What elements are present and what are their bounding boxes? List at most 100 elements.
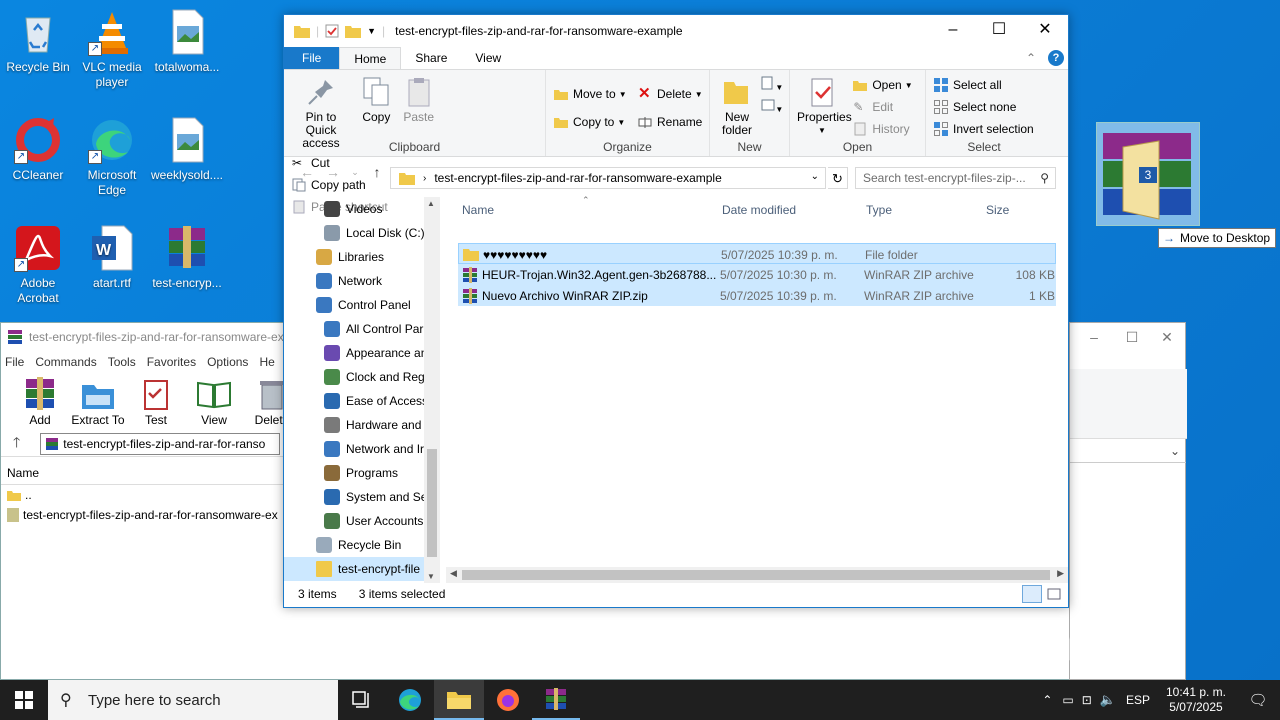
new-item-icon[interactable]: ▼: [761, 76, 783, 98]
search-icon[interactable]: ⚲: [1040, 171, 1049, 185]
scrollbar-thumb[interactable]: [427, 449, 437, 557]
cut-button[interactable]: ✂ Cut: [292, 152, 388, 174]
desktop-icon-atart[interactable]: W atart.rtf: [74, 224, 150, 291]
desktop-icon-vlc[interactable]: ↗ VLC media player: [74, 8, 150, 90]
tab-file[interactable]: File: [284, 47, 340, 69]
wifi-icon[interactable]: ⊡: [1082, 693, 1092, 707]
scroll-right-icon[interactable]: ▶: [1057, 568, 1064, 579]
extract-to-button[interactable]: Extract To: [69, 373, 127, 431]
maximize-button[interactable]: ☐: [1117, 323, 1147, 351]
taskbar-edge[interactable]: [386, 680, 434, 720]
sidebar-item[interactable]: Hardware and: [284, 413, 440, 437]
refresh-icon[interactable]: ↻: [828, 167, 848, 189]
scroll-left-icon[interactable]: ◀: [450, 568, 457, 579]
open-button[interactable]: Open ▼: [853, 74, 913, 96]
menu-help[interactable]: He: [259, 355, 274, 369]
menu-options[interactable]: Options: [207, 355, 248, 369]
desktop-icon-acrobat[interactable]: ↗ Adobe Acrobat: [0, 224, 76, 306]
start-button[interactable]: [0, 680, 48, 720]
search-input[interactable]: Search test-encrypt-files-zip-... ⚲: [855, 167, 1056, 189]
details-view-icon[interactable]: [1022, 585, 1042, 603]
invert-selection-button[interactable]: Invert selection: [934, 118, 1038, 140]
history-button[interactable]: History: [853, 118, 912, 140]
chevron-down-icon[interactable]: ▼: [367, 26, 376, 36]
desktop-icon-test-encryp[interactable]: test-encryp...: [149, 224, 225, 291]
sidebar-item[interactable]: Videos: [284, 197, 440, 221]
copy-to-button[interactable]: Copy to ▼: [554, 108, 638, 136]
large-icons-view-icon[interactable]: [1044, 585, 1064, 603]
sidebar-item[interactable]: Appearance an: [284, 341, 440, 365]
explorer-titlebar[interactable]: | ▼ | test-encrypt-files-zip-and-rar-for…: [284, 15, 1068, 47]
scroll-up-icon[interactable]: ▲: [427, 199, 435, 208]
new-folder-button[interactable]: New folder: [714, 74, 758, 139]
table-row[interactable]: Nuevo Archivo WinRAR ZIP.zip 5/07/2025 10…: [458, 285, 1056, 306]
desktop-icon-weeklysold[interactable]: weeklysold....: [149, 116, 225, 183]
sidebar-item[interactable]: User Accounts: [284, 509, 440, 533]
desktop-icon-ccleaner[interactable]: ↗ CCleaner: [0, 116, 76, 183]
properties-check-icon[interactable]: [325, 24, 339, 38]
delete-button[interactable]: ✕ Delete ▼: [638, 80, 703, 108]
paste-button[interactable]: Paste: [399, 74, 439, 126]
scroll-down-icon[interactable]: ▼: [427, 572, 435, 581]
minimize-button[interactable]: –: [1071, 323, 1117, 351]
breadcrumb-chevron-icon[interactable]: ›: [423, 173, 426, 184]
notifications-icon[interactable]: 🗨: [1236, 691, 1280, 709]
sidebar-item[interactable]: Clock and Regi: [284, 365, 440, 389]
desktop-icon-totalwoma[interactable]: totalwoma...: [149, 8, 225, 75]
move-to-button[interactable]: Move to ▼: [554, 80, 638, 108]
column-name[interactable]: Name: [462, 203, 494, 217]
close-button[interactable]: ✕: [1022, 15, 1068, 45]
task-view-button[interactable]: [338, 680, 386, 720]
taskbar-firefox[interactable]: [484, 680, 532, 720]
scrollbar-thumb[interactable]: [462, 570, 1050, 580]
clock[interactable]: 10:41 p. m. 5/07/2025: [1156, 685, 1236, 715]
volume-icon[interactable]: 🔈: [1100, 692, 1116, 708]
minimize-button[interactable]: –: [930, 15, 976, 45]
desktop-icon-recycle-bin[interactable]: Recycle Bin: [0, 8, 76, 75]
up-arrow-icon[interactable]: 🡑: [13, 432, 20, 456]
close-button[interactable]: ✕: [1147, 323, 1187, 351]
sidebar-item[interactable]: Network: [284, 269, 440, 293]
add-button[interactable]: Add: [11, 373, 69, 431]
sidebar-item[interactable]: Ease of Access: [284, 389, 440, 413]
copy-path-button[interactable]: Copy path: [292, 174, 388, 196]
sidebar-item[interactable]: System and Sec: [284, 485, 440, 509]
table-row[interactable]: ♥♥♥♥♥♥♥♥♥ 5/07/2025 10:39 p. m. File folde…: [458, 243, 1056, 264]
menu-favorites[interactable]: Favorites: [147, 355, 196, 369]
sidebar-item[interactable]: Libraries: [284, 245, 440, 269]
sidebar-item[interactable]: test-encrypt-file: [284, 557, 440, 581]
taskbar-file-explorer[interactable]: [434, 680, 484, 720]
column-name[interactable]: Name: [7, 466, 39, 480]
language-indicator[interactable]: ESP: [1126, 693, 1150, 707]
desktop-icon-edge[interactable]: ↗ Microsoft Edge: [74, 116, 150, 198]
dropdown-chevron-icon[interactable]: ⌄: [1070, 439, 1186, 463]
copy-button[interactable]: Copy: [357, 74, 395, 126]
winrar-path-field[interactable]: test-encrypt-files-zip-and-rar-for-ranso: [40, 432, 281, 455]
sidebar-item[interactable]: Recycle Bin: [284, 533, 440, 557]
navigation-scrollbar[interactable]: ▲ ▼: [424, 197, 440, 583]
sidebar-item[interactable]: All Control Par: [284, 317, 440, 341]
show-hidden-icons-icon[interactable]: ⌃: [1042, 693, 1052, 707]
help-icon[interactable]: ?: [1048, 50, 1064, 66]
tab-view[interactable]: View: [461, 47, 515, 69]
properties-button[interactable]: Properties ▼: [794, 74, 852, 139]
column-date-modified[interactable]: Date modified: [722, 203, 796, 217]
maximize-button[interactable]: ☐: [976, 15, 1022, 45]
new-folder-icon[interactable]: [345, 24, 362, 38]
sidebar-item[interactable]: Programs: [284, 461, 440, 485]
select-none-button[interactable]: Select none: [934, 96, 1038, 118]
tab-share[interactable]: Share: [401, 47, 461, 69]
table-row[interactable]: HEUR-Trojan.Win32.Agent.gen-3b268788... 5…: [458, 264, 1056, 285]
address-bar[interactable]: › test-encrypt-files-zip-and-rar-for-ran…: [390, 167, 826, 189]
view-button[interactable]: View: [185, 373, 243, 431]
sidebar-item[interactable]: Network and Ir: [284, 437, 440, 461]
menu-file[interactable]: File: [5, 355, 24, 369]
menu-tools[interactable]: Tools: [108, 355, 136, 369]
column-type[interactable]: Type: [866, 203, 892, 217]
edit-button[interactable]: ✎ Edit: [853, 96, 912, 118]
sidebar-item[interactable]: Local Disk (C:): [284, 221, 440, 245]
easy-access-icon[interactable]: ▼: [761, 98, 783, 120]
rename-button[interactable]: Rename: [638, 108, 703, 136]
test-button[interactable]: Test: [127, 373, 185, 431]
file-explorer-window[interactable]: | ▼ | test-encrypt-files-zip-and-rar-for…: [283, 14, 1069, 608]
